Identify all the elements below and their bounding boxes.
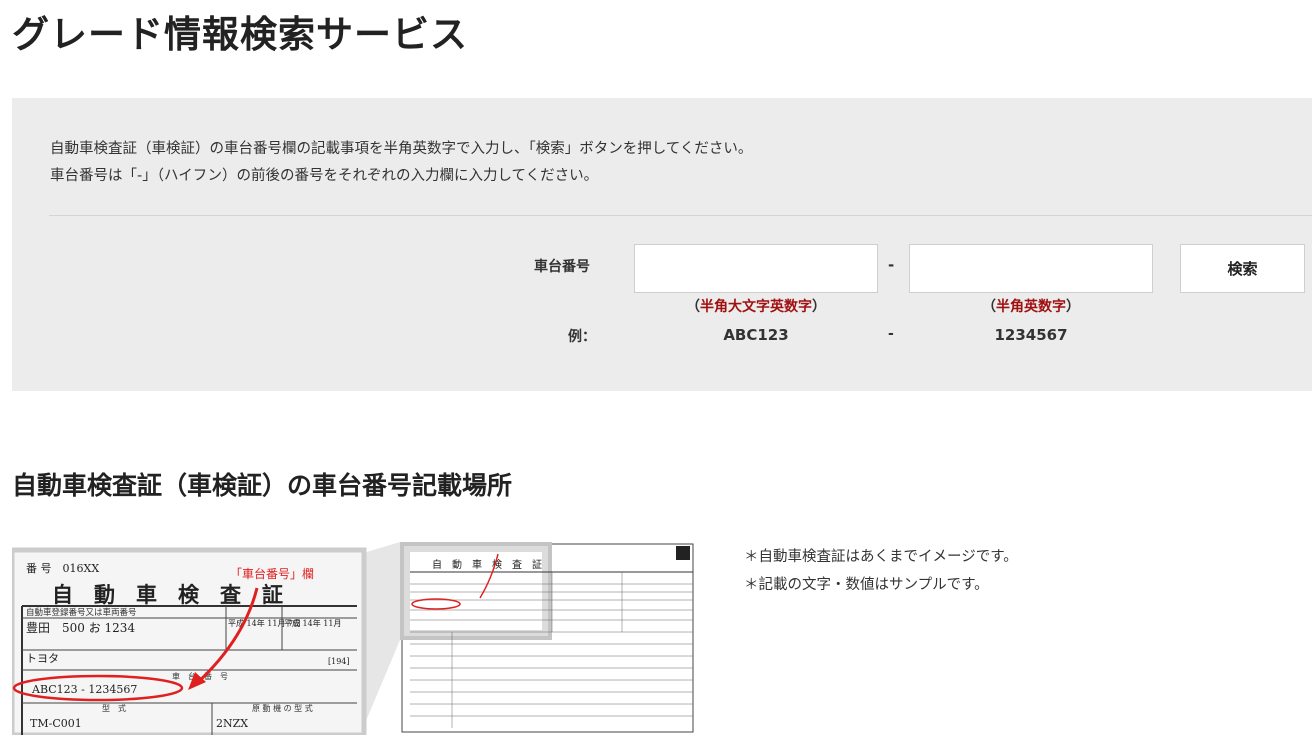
section-heading: 自動車検査証（車検証）の車台番号記載場所 bbox=[12, 471, 513, 500]
zoom-plate: 豊田 500 お 1234 bbox=[26, 621, 135, 635]
note-1: ＊自動車検査証はあくまでイメージです。 bbox=[744, 549, 1018, 565]
vehicle-inspection-certificate-illustration: 番 号 016XX 自 動 車 検 査 証 自動車登録番号又は車両番号 豊田 5… bbox=[12, 542, 694, 735]
hint-open-paren: （ bbox=[686, 299, 700, 315]
zoom-serial: 番 号 016XX bbox=[26, 562, 99, 575]
chassis-number-label: 車台番号 bbox=[534, 259, 590, 275]
example-prefix: ABC123 bbox=[723, 326, 789, 344]
zoom-date-2: 平成 14年 11月 bbox=[284, 618, 341, 628]
hint-open-paren: （ bbox=[982, 299, 996, 315]
hyphen-separator: - bbox=[888, 256, 895, 274]
chassis-number-suffix-input[interactable] bbox=[909, 244, 1153, 293]
zoom-maker: トヨタ bbox=[26, 652, 59, 665]
example-label: 例： bbox=[568, 329, 596, 345]
callout-label: 「車台番号」欄 bbox=[230, 566, 314, 581]
note-2: ＊記載の文字・数値はサンプルです。 bbox=[744, 577, 989, 593]
zoom-type-header: 型 式 bbox=[102, 703, 126, 713]
instructions: 自動車検査証（車検証）の車台番号欄の記載事項を半角英数字で入力し、「検索」ボタン… bbox=[50, 136, 752, 190]
example-separator: - bbox=[888, 326, 894, 342]
hint-text: 半角英数字 bbox=[996, 299, 1066, 315]
zoom-reg-header: 自動車登録番号又は車両番号 bbox=[26, 607, 137, 618]
instructions-line-2: 車台番号は「-」（ハイフン）の前後の番号をそれぞれの入力欄に入力してください。 bbox=[50, 168, 599, 184]
example-suffix: 1234567 bbox=[994, 326, 1068, 344]
chassis-number-prefix-input[interactable] bbox=[634, 244, 878, 293]
suffix-input-hint: （半角英数字） bbox=[909, 296, 1153, 316]
zoom-title: 自 動 車 検 査 証 bbox=[52, 582, 283, 607]
search-panel: 自動車検査証（車検証）の車台番号欄の記載事項を半角英数字で入力し、「検索」ボタン… bbox=[12, 98, 1312, 391]
zoom-code: [194] bbox=[328, 657, 350, 666]
hint-close-paren: ） bbox=[812, 299, 826, 315]
instructions-line-1: 自動車検査証（車検証）の車台番号欄の記載事項を半角英数字で入力し、「検索」ボタン… bbox=[50, 141, 753, 157]
hint-text: 半角大文字英数字 bbox=[700, 299, 812, 315]
mini-title: 自 動 車 検 査 証 bbox=[432, 558, 542, 571]
divider bbox=[49, 215, 1312, 216]
page-title: グレード情報検索サービス bbox=[12, 13, 468, 56]
search-button[interactable]: 検索 bbox=[1180, 244, 1305, 293]
zoom-chassis-number: ABC123 - 1234567 bbox=[31, 683, 137, 696]
zoom-type-value: TM-C001 bbox=[30, 717, 82, 730]
notes: ＊自動車検査証はあくまでイメージです。 ＊記載の文字・数値はサンプルです。 bbox=[744, 543, 1018, 599]
zoomed-certificate: 番 号 016XX 自 動 車 検 査 証 自動車登録番号又は車両番号 豊田 5… bbox=[12, 547, 367, 735]
zoom-engine-header: 原 動 機 の 型 式 bbox=[252, 703, 313, 713]
prefix-input-hint: （半角大文字英数字） bbox=[634, 296, 878, 316]
hint-close-paren: ） bbox=[1066, 299, 1080, 315]
full-certificate-thumbnail: 自 動 車 検 査 証 bbox=[400, 542, 694, 733]
zoom-engine-value: 2NZX bbox=[216, 717, 248, 730]
